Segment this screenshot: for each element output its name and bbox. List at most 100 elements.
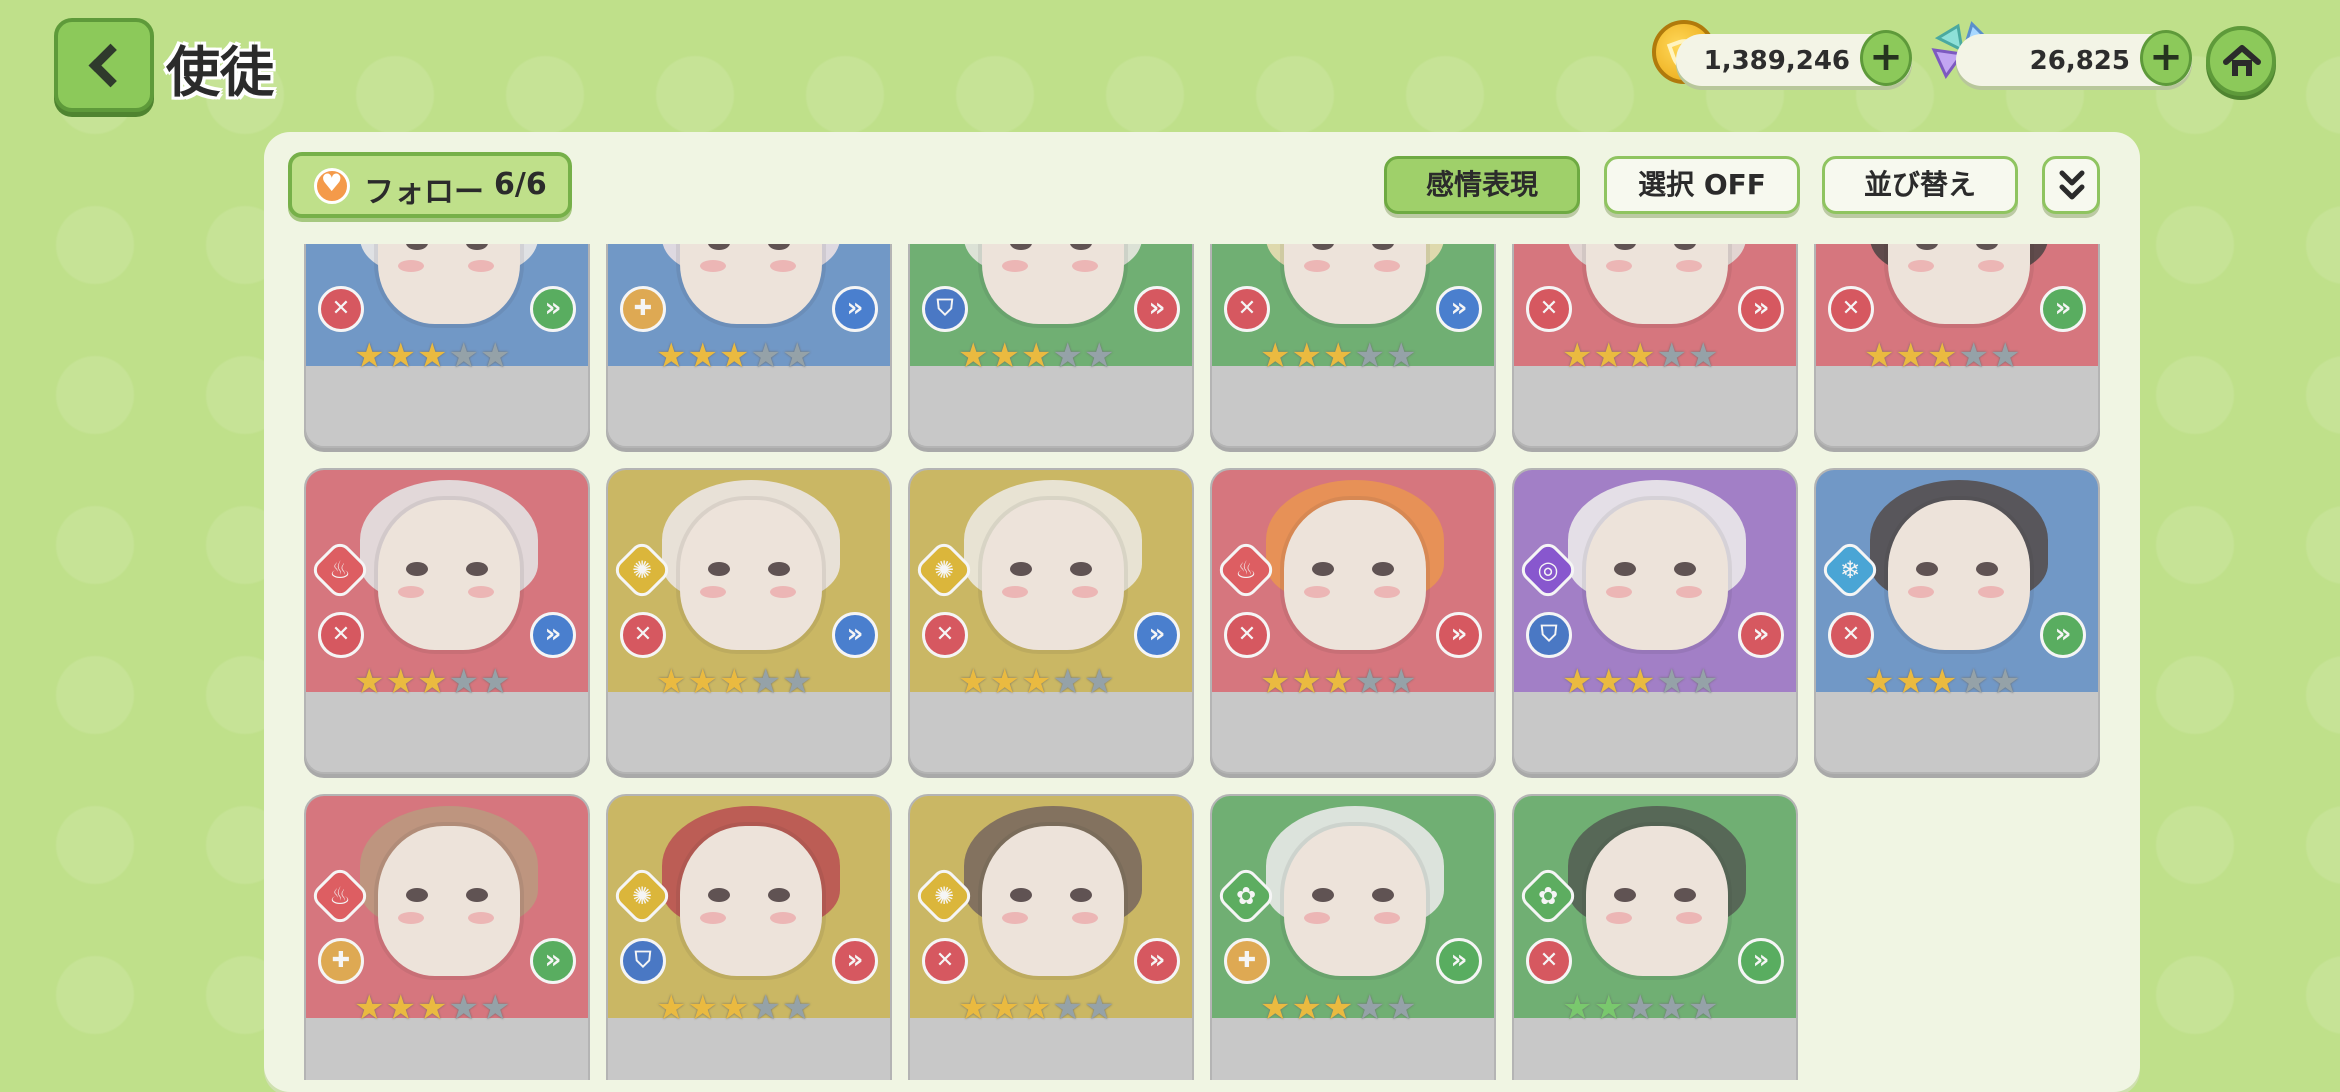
card-plate — [1816, 366, 2098, 446]
apostle-card[interactable]: ◎ ⛉» ★ ★ ★ ★ ★ — [1512, 468, 1798, 774]
apostle-card[interactable]: ❄ ✕» ★ ★ ★ ★ ★ — [1814, 468, 2100, 774]
star-icon: ★ — [1291, 988, 1322, 1028]
chevron-right-icon: » — [1738, 286, 1784, 332]
star-icon: ★ — [1385, 336, 1417, 376]
apostle-card[interactable]: ⛉» ★ ★ ★ ★ ★ — [908, 244, 1194, 448]
apostle-grid[interactable]: ✕» ★ ★ ★ ★ ★ ✚» ★ ★ ★ ★ ★ ⛉» ★ ★ ★ ★ ★ ✕» ★ ★ ★ ★ ★ ✕» ★ ★ ★ ★ ★ ✕» ★ ★ ★… — [284, 244, 2124, 1080]
eye — [1070, 562, 1092, 576]
blush — [398, 912, 424, 924]
apostle-card[interactable]: ✚» ★ ★ ★ ★ ★ — [606, 244, 892, 448]
eye — [1312, 562, 1334, 576]
star-rating: ★ ★ ★ ★ ★ — [656, 990, 812, 1026]
expand-button[interactable] — [2042, 156, 2100, 214]
star-icon: ★ — [1385, 988, 1417, 1028]
chevron-right-icon: » — [1134, 286, 1180, 332]
eye — [1010, 888, 1032, 902]
blush — [1072, 586, 1098, 598]
apostle-card[interactable]: ✕» ★ ★ ★ ★ ★ — [1210, 244, 1496, 448]
attack-icon: ✕ — [620, 612, 666, 658]
eye — [1372, 888, 1394, 902]
attack-icon: ✕ — [1526, 286, 1572, 332]
star-icon: ★ — [1354, 336, 1385, 376]
blush — [1374, 912, 1400, 924]
star-icon: ★ — [687, 662, 718, 702]
card-plate — [1212, 366, 1494, 446]
attack-icon: ✕ — [318, 286, 364, 332]
apostle-card[interactable]: ✺ ✕» ★ ★ ★ ★ ★ — [606, 468, 892, 774]
card-plate — [1514, 1018, 1796, 1080]
star-icon: ★ — [1260, 988, 1291, 1028]
home-button[interactable] — [2206, 26, 2276, 96]
star-icon: ★ — [1989, 336, 2021, 376]
star-icon: ★ — [1656, 988, 1687, 1028]
star-icon: ★ — [1624, 988, 1656, 1028]
add-gold-button[interactable]: + — [1860, 30, 1912, 86]
gem-counter: 26,825 + — [1956, 30, 2192, 86]
blush — [770, 912, 796, 924]
apostle-card[interactable]: ✕» ★ ★ ★ ★ ★ — [304, 244, 590, 448]
apostle-card[interactable]: ✺ ✕» ★ ★ ★ ★ ★ — [908, 468, 1194, 774]
back-button[interactable] — [54, 18, 154, 112]
blush — [1072, 912, 1098, 924]
star-icon: ★ — [718, 336, 750, 376]
apostle-card[interactable]: ♨ ✚» ★ ★ ★ ★ ★ — [304, 794, 590, 1080]
eye — [406, 888, 428, 902]
blush — [1978, 586, 2004, 598]
star-icon: ★ — [1958, 336, 1989, 376]
heal-icon: ✚ — [620, 286, 666, 332]
chevron-right-icon: » — [530, 938, 576, 984]
leaf-icon-glyph: ✿ — [1537, 882, 1559, 910]
eye — [768, 888, 790, 902]
star-icon: ★ — [656, 336, 687, 376]
character-portrait — [378, 826, 520, 976]
apostle-card[interactable]: ✺ ⛉» ★ ★ ★ ★ ★ — [606, 794, 892, 1080]
star-rating: ★ ★ ★ ★ ★ — [656, 664, 812, 700]
star-icon: ★ — [1926, 662, 1958, 702]
blush — [700, 586, 726, 598]
chevron-right-icon: » — [1436, 612, 1482, 658]
gold-counter: 1,389,246 + — [1676, 30, 1912, 86]
sort-button[interactable]: 並び替え — [1822, 156, 2018, 214]
blush — [770, 260, 796, 272]
star-icon: ★ — [1260, 336, 1291, 376]
star-icon: ★ — [1895, 662, 1926, 702]
star-icon: ★ — [416, 336, 448, 376]
star-rating: ★ ★ ★ ★ ★ — [958, 664, 1114, 700]
apostle-card[interactable]: ✿ ✕» ★ ★ ★ ★ ★ — [1512, 794, 1798, 1080]
apostle-card[interactable]: ✺ ✕» ★ ★ ★ ★ ★ — [908, 794, 1194, 1080]
character-portrait — [1586, 826, 1728, 976]
apostle-card[interactable]: ✿ ✚» ★ ★ ★ ★ ★ — [1210, 794, 1496, 1080]
star-icon: ★ — [1354, 988, 1385, 1028]
emotion-button[interactable]: 感情表現 — [1384, 156, 1580, 214]
star-icon: ★ — [1989, 662, 2021, 702]
eye — [1010, 562, 1032, 576]
gem-amount: 26,825 — [2029, 46, 2130, 76]
star-icon: ★ — [385, 988, 416, 1028]
apostle-card[interactable]: ♨ ✕» ★ ★ ★ ★ ★ — [304, 468, 590, 774]
shield-icon: ⛉ — [620, 938, 666, 984]
apostle-card[interactable]: ✕» ★ ★ ★ ★ ★ — [1814, 244, 2100, 448]
eye — [1372, 562, 1394, 576]
star-rating: ★ ★ ★ ★ ★ — [958, 338, 1114, 374]
chevron-right-icon: » — [2040, 612, 2086, 658]
eye — [1312, 888, 1334, 902]
sun-icon-glyph: ✺ — [933, 882, 955, 910]
follow-counter[interactable]: フォロー 6/6 — [288, 152, 572, 218]
star-icon: ★ — [416, 662, 448, 702]
card-plate — [910, 692, 1192, 772]
character-portrait — [1284, 500, 1426, 650]
star-icon: ★ — [1926, 336, 1958, 376]
add-gem-button[interactable]: + — [2140, 30, 2192, 86]
eye — [1070, 888, 1092, 902]
eye — [768, 562, 790, 576]
star-icon: ★ — [656, 988, 687, 1028]
star-icon: ★ — [1656, 662, 1687, 702]
eye — [466, 562, 488, 576]
double-chevron-down-icon — [2059, 170, 2085, 200]
select-toggle-button[interactable]: 選択 OFF — [1604, 156, 1800, 214]
apostle-card[interactable]: ✕» ★ ★ ★ ★ ★ — [1512, 244, 1798, 448]
star-icon: ★ — [687, 336, 718, 376]
character-portrait — [1888, 500, 2030, 650]
blush — [1606, 912, 1632, 924]
apostle-card[interactable]: ♨ ✕» ★ ★ ★ ★ ★ — [1210, 468, 1496, 774]
